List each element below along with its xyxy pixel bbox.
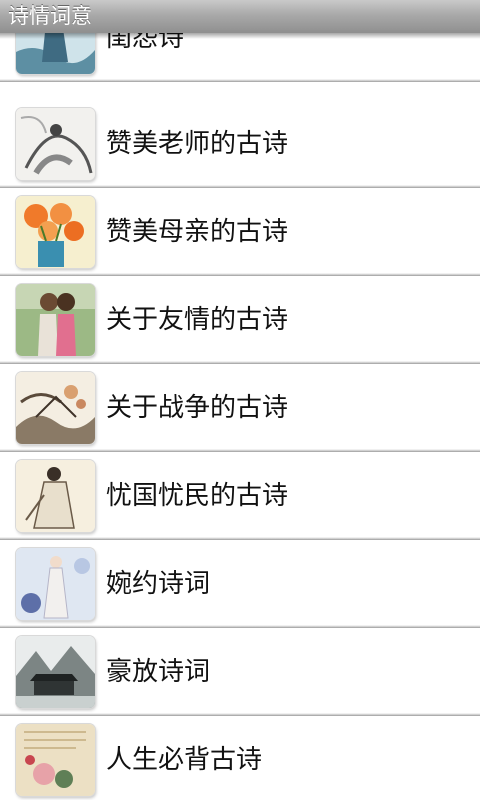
list-item[interactable]: 赞美母亲的古诗 xyxy=(0,188,480,276)
two-friends-image xyxy=(16,284,95,356)
list-item-label: 赞美老师的古诗 xyxy=(106,129,289,159)
app-title: 诗情词意 xyxy=(8,4,92,28)
carnation-vase-image xyxy=(16,196,95,268)
list-item-label: 赞美母亲的古诗 xyxy=(106,217,289,247)
list-item[interactable]: 关于战争的古诗 xyxy=(0,364,480,452)
list-item[interactable]: 关于友情的古诗 xyxy=(0,276,480,364)
list-divider xyxy=(0,79,480,82)
lady-blossom-image xyxy=(16,548,95,620)
ink-scholar-image xyxy=(16,108,95,180)
list-item-label: 豪放诗词 xyxy=(106,657,211,687)
list-item-label: 忧国忧民的古诗 xyxy=(106,481,289,511)
poem-category-list[interactable]: 闺怨诗 赞美老师的古诗 xyxy=(0,0,480,800)
list-item[interactable]: 人生必背古诗 xyxy=(0,716,480,800)
app-title-bar: 诗情词意 xyxy=(0,0,480,33)
ink-landscape-image xyxy=(16,372,95,444)
list-item[interactable]: 忧国忧民的古诗 xyxy=(0,452,480,540)
list-item-label: 关于战争的古诗 xyxy=(106,393,289,423)
lotus-parchment-image xyxy=(16,724,95,796)
list-item[interactable]: 豪放诗词 xyxy=(0,628,480,716)
title-bar-shadow xyxy=(0,33,480,39)
list-item-label: 婉约诗词 xyxy=(106,569,211,599)
list-item-label: 关于友情的古诗 xyxy=(106,305,289,335)
list-item[interactable]: 赞美老师的古诗 xyxy=(0,100,480,188)
list-item[interactable]: 婉约诗词 xyxy=(0,540,480,628)
mountain-pavilion-image xyxy=(16,636,95,708)
list-item-label: 人生必背古诗 xyxy=(106,745,263,775)
poet-figure-image xyxy=(16,460,95,532)
